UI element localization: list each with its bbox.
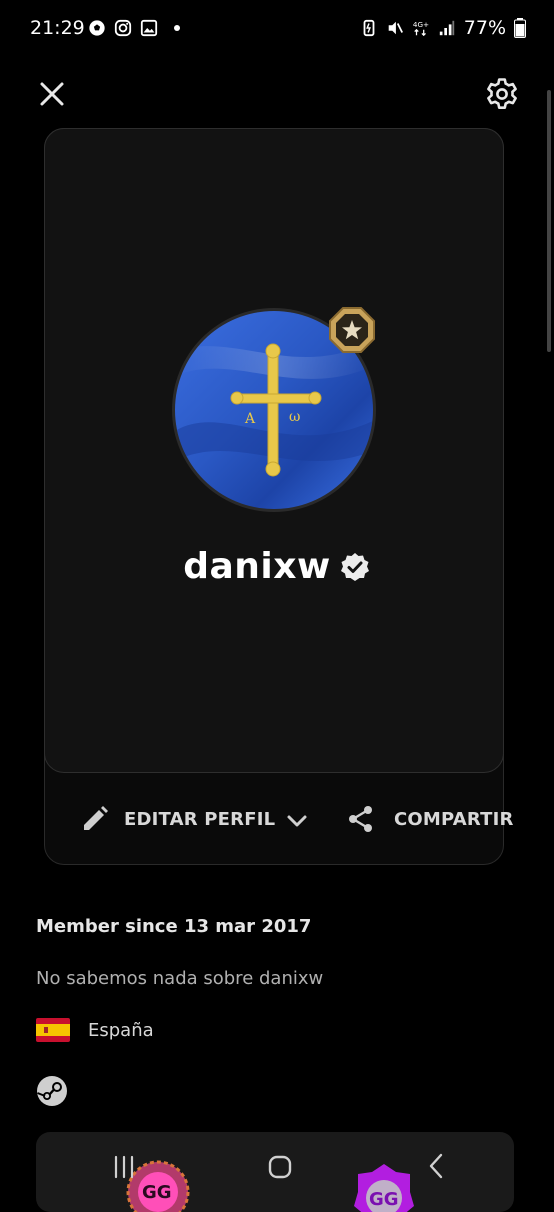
chevron-down-icon[interactable] bbox=[284, 808, 310, 834]
status-bar: 21:29 4G+ 77% bbox=[0, 0, 554, 60]
status-time: 21:29 bbox=[30, 17, 85, 39]
username: danixw bbox=[183, 546, 331, 587]
spain-flag-icon bbox=[36, 1018, 70, 1042]
edit-profile-button[interactable]: EDITAR PERFIL bbox=[80, 804, 275, 834]
about-text: No sabemos nada sobre danixw bbox=[36, 968, 324, 989]
gear-icon[interactable] bbox=[484, 76, 520, 112]
pencil-icon bbox=[84, 806, 108, 830]
network-4g-icon: 4G+ bbox=[413, 20, 429, 37]
edit-profile-label: EDITAR PERFIL bbox=[124, 808, 276, 830]
username-row: danixw bbox=[0, 546, 554, 587]
member-since-text: Member since 13 mar 2017 bbox=[36, 916, 312, 937]
battery-icon bbox=[514, 18, 526, 38]
instagram-icon bbox=[114, 19, 132, 37]
soccer-ball-icon bbox=[89, 20, 105, 36]
back-icon[interactable] bbox=[424, 1152, 448, 1180]
gg-badge-purple-icon[interactable]: GG bbox=[352, 1162, 416, 1212]
svg-text:4G+: 4G+ bbox=[413, 20, 429, 29]
steam-icon[interactable] bbox=[36, 1075, 68, 1107]
recent-apps-icon[interactable] bbox=[112, 1154, 138, 1180]
close-icon[interactable] bbox=[36, 78, 68, 110]
scrollbar[interactable] bbox=[547, 90, 551, 352]
battery-saver-icon bbox=[363, 19, 375, 37]
signal-icon bbox=[439, 20, 454, 36]
verified-badge-icon bbox=[340, 552, 369, 581]
svg-text:ω: ω bbox=[289, 409, 300, 425]
country-row: España bbox=[36, 1018, 154, 1042]
gallery-icon bbox=[140, 19, 158, 37]
share-button[interactable]: COMPARTIR bbox=[346, 804, 514, 834]
mute-icon bbox=[388, 21, 403, 35]
country-name: España bbox=[88, 1019, 154, 1041]
notification-dot bbox=[174, 25, 180, 31]
profile-actions: EDITAR PERFIL COMPARTIR bbox=[44, 800, 513, 840]
svg-text:A: A bbox=[244, 411, 256, 427]
star-rank-badge-icon[interactable] bbox=[327, 305, 377, 355]
status-system-icons: 4G+ 77% bbox=[360, 17, 526, 39]
status-notification-icons bbox=[88, 19, 180, 37]
share-label: COMPARTIR bbox=[394, 808, 514, 830]
home-icon[interactable] bbox=[266, 1153, 294, 1181]
battery-percentage: 77% bbox=[463, 17, 506, 39]
share-icon bbox=[349, 806, 372, 832]
